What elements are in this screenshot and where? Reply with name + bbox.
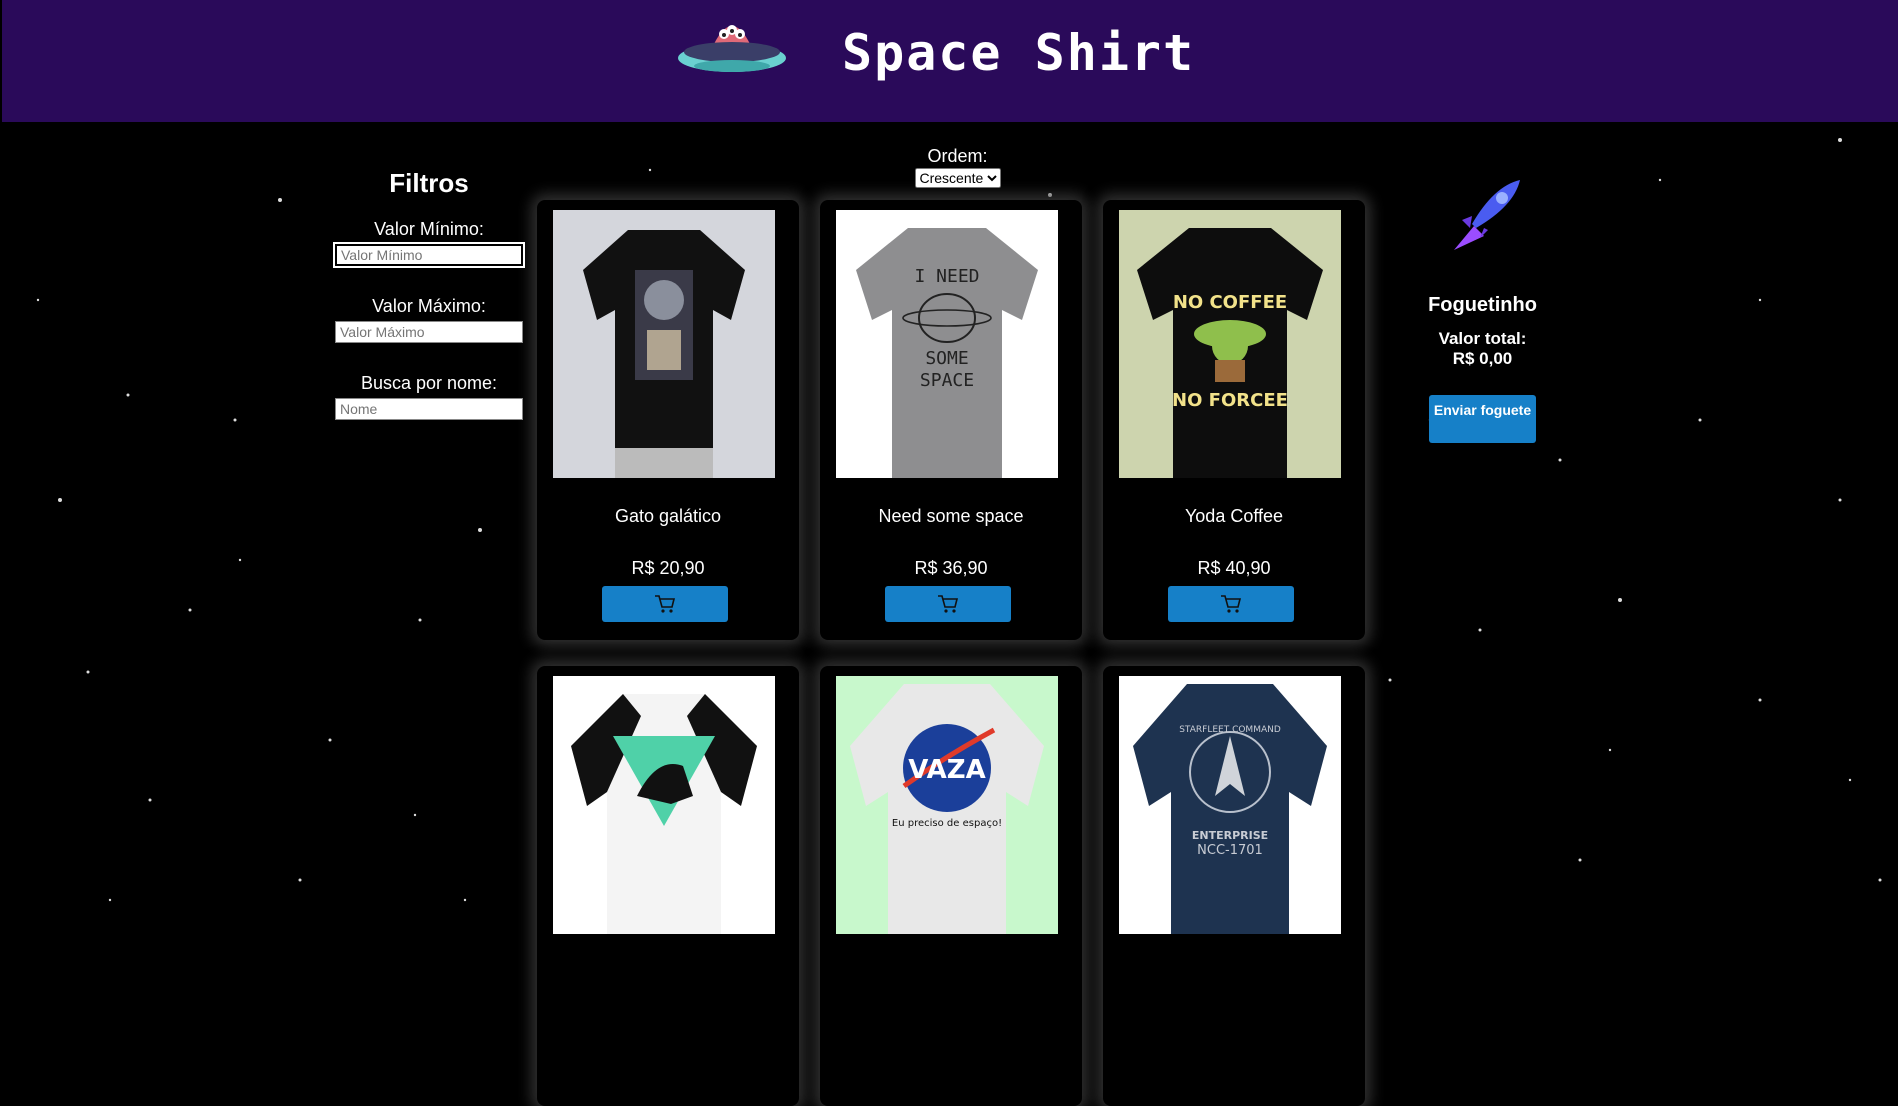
add-to-cart-button[interactable] — [602, 586, 728, 622]
product-print-text: VAZA — [908, 755, 985, 785]
order-label: Ordem: — [927, 146, 988, 166]
product-print-code: NCC-1701 — [1197, 843, 1263, 858]
send-rocket-button[interactable]: Enviar foguete — [1429, 395, 1536, 443]
product-image: VAZA Eu preciso de espaço! — [836, 676, 1058, 934]
cart-total-label: Valor total: — [1438, 329, 1527, 348]
product-image — [553, 210, 775, 478]
product-card: STARFLEET COMMAND ENTERPRISE NCC-1701 — [1103, 666, 1365, 1106]
product-name: Need some space — [878, 506, 1024, 526]
svg-text:NO COFFEE: NO COFFEE — [1173, 292, 1287, 313]
product-price: R$ 20,90 — [631, 558, 705, 578]
ufo-icon — [678, 25, 786, 72]
svg-text:SOME: SOME — [925, 348, 968, 369]
cart-title: Foguetinho — [1428, 294, 1537, 316]
product-card: NO COFFEE NO FORCEE Yoda Coffee R$ 40,90 — [1103, 200, 1365, 640]
cart-icon — [1221, 595, 1242, 613]
product-card: I NEED SOME SPACE Need some space R$ 36,… — [820, 200, 1082, 640]
product-print-subtext: Eu preciso de espaço! — [892, 818, 1002, 829]
site-header: Space Shirt — [2, 0, 1898, 122]
site-title: Space Shirt — [842, 24, 1196, 82]
order-select[interactable]: Crescente — [914, 168, 1001, 188]
cart-panel: Foguetinho Valor total: R$ 0,00 Enviar f… — [1410, 176, 1555, 443]
cart-total-value: R$ 0,00 — [1452, 349, 1513, 368]
product-print-subtext: ENTERPRISE — [1192, 829, 1268, 842]
max-value-label: Valor Máximo: — [372, 296, 486, 316]
min-value-input[interactable] — [333, 242, 525, 268]
name-search-label: Busca por nome: — [360, 373, 498, 393]
product-image — [553, 676, 775, 934]
add-to-cart-button[interactable] — [1168, 586, 1294, 622]
add-to-cart-button[interactable] — [885, 586, 1011, 622]
product-card — [537, 666, 799, 1106]
product-price: R$ 40,90 — [1197, 558, 1271, 578]
product-name: Yoda Coffee — [1184, 506, 1284, 526]
rocket-icon — [1454, 180, 1520, 250]
svg-text:NO FORCEE: NO FORCEE — [1172, 390, 1288, 411]
svg-text:SPACE: SPACE — [920, 370, 974, 391]
name-search-input[interactable] — [335, 398, 523, 420]
order-control: Ordem: Crescente — [900, 146, 1015, 188]
cart-icon — [938, 595, 959, 613]
filters-panel: Filtros Valor Mínimo: Valor Máximo: Busc… — [333, 168, 525, 450]
product-image: NO COFFEE NO FORCEE — [1119, 210, 1341, 478]
product-print-text: STARFLEET COMMAND — [1179, 725, 1281, 735]
svg-text:I NEED: I NEED — [914, 266, 979, 287]
min-value-label: Valor Mínimo: — [374, 219, 484, 239]
product-image: I NEED SOME SPACE — [836, 210, 1058, 478]
product-price: R$ 36,90 — [914, 558, 988, 578]
product-card: Gato galático R$ 20,90 — [537, 200, 799, 640]
product-image: STARFLEET COMMAND ENTERPRISE NCC-1701 — [1119, 676, 1341, 934]
product-name: Gato galático — [614, 506, 722, 526]
filters-title: Filtros — [389, 168, 469, 198]
product-card: VAZA Eu preciso de espaço! — [820, 666, 1082, 1106]
max-value-input[interactable] — [335, 321, 523, 343]
cart-icon — [655, 595, 676, 613]
